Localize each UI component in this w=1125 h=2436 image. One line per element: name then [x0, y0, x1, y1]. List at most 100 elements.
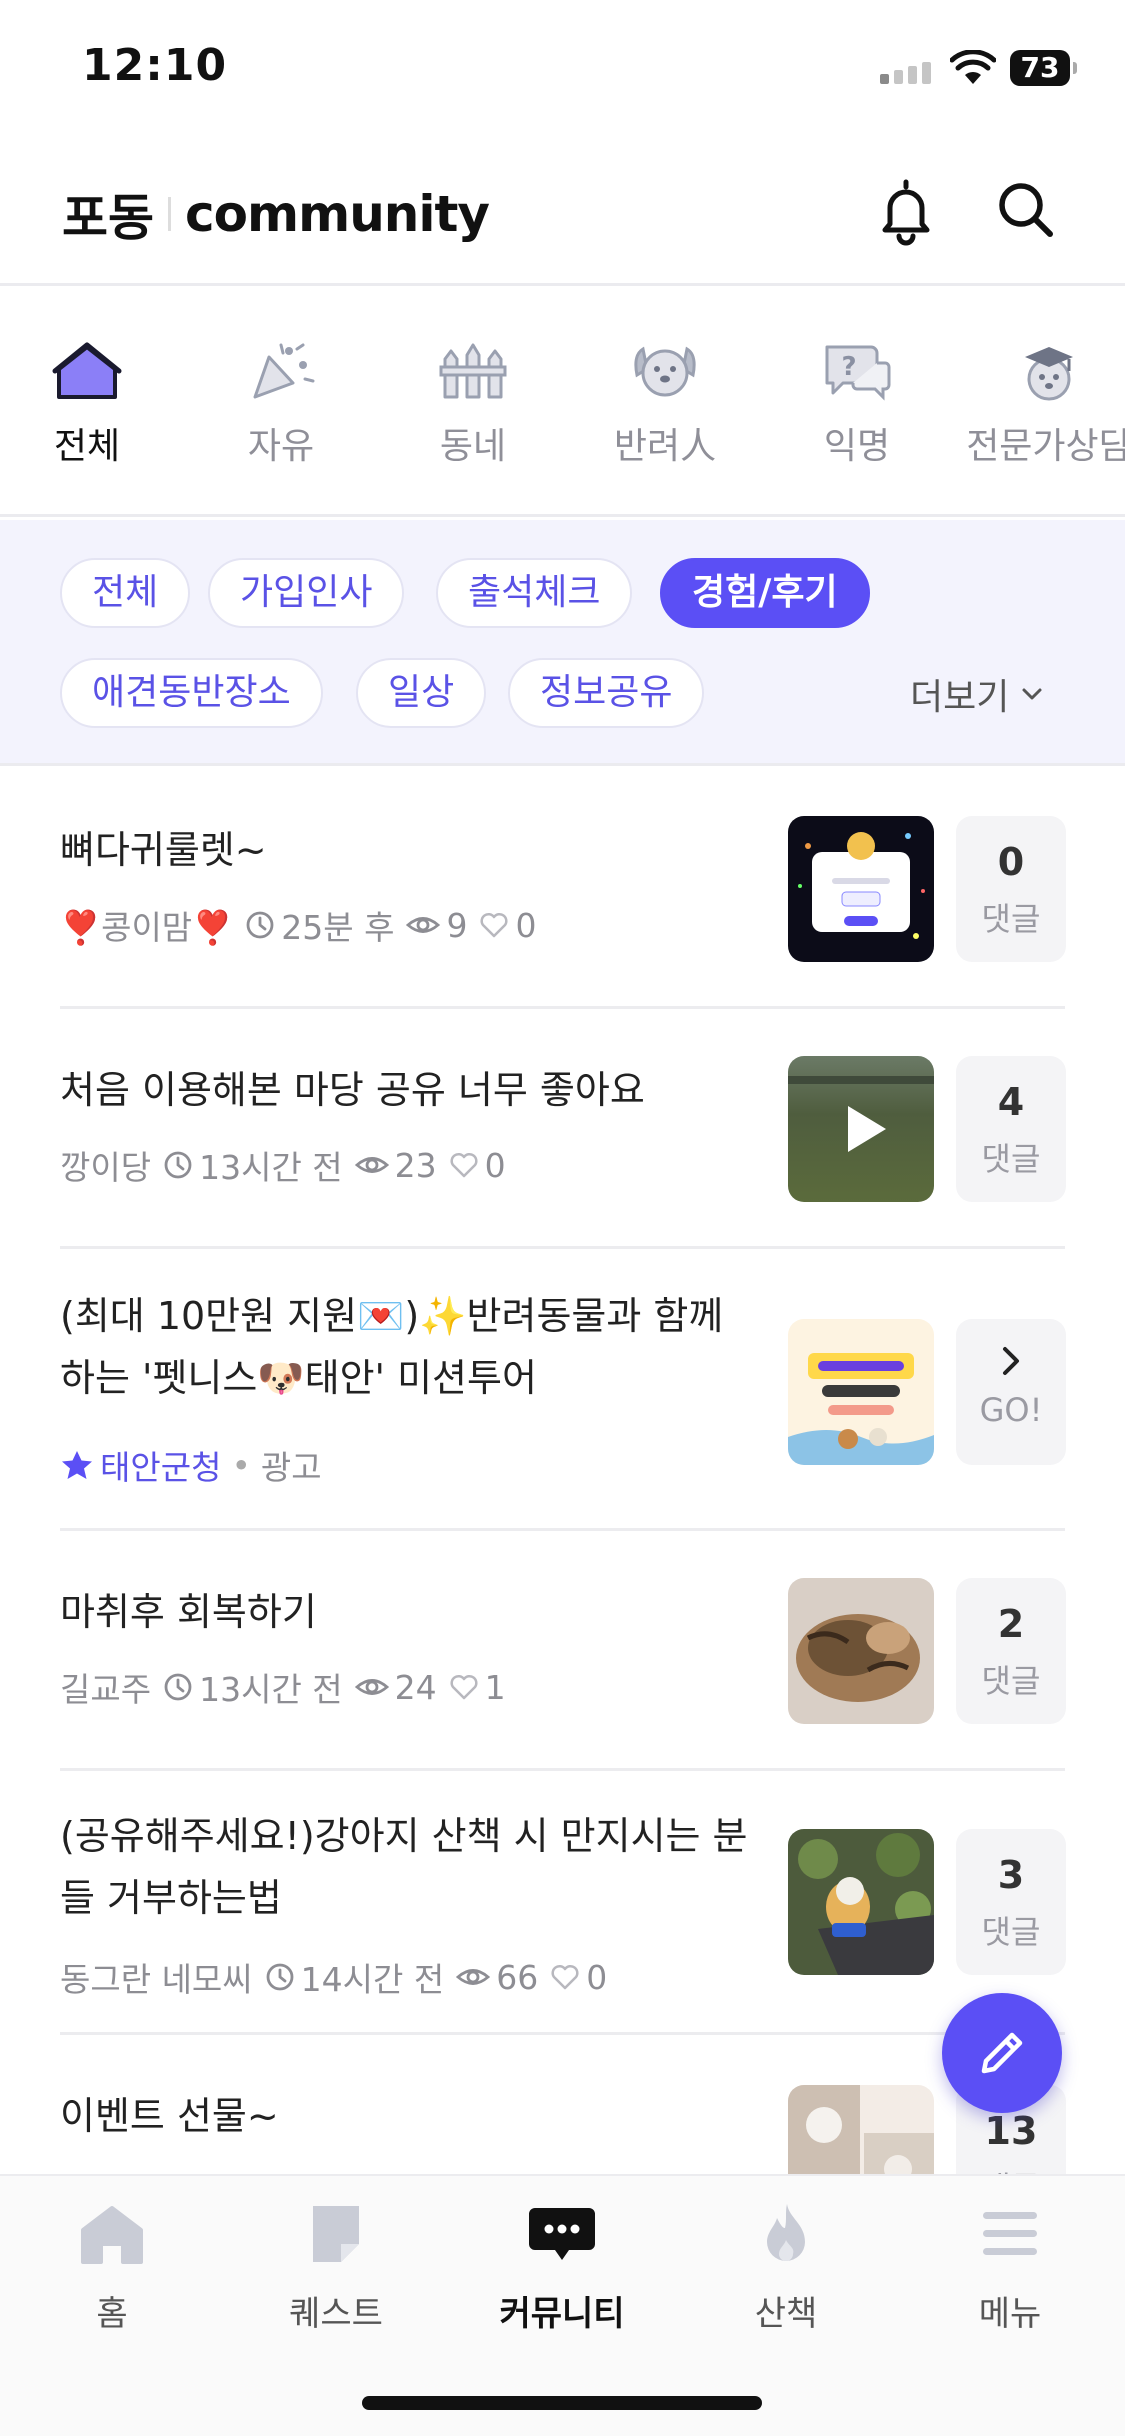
- go-label: GO!: [979, 1391, 1043, 1429]
- post-meta: 깡이당 13시간 전 23 0: [60, 1141, 506, 1189]
- comment-count-box: 2 댓글: [956, 1578, 1066, 1724]
- eye-icon: [406, 917, 441, 933]
- post-item[interactable]: 마취후 회복하기 길교주 13시간 전 24 1 2 댓글: [0, 1531, 1125, 1771]
- tab-menu[interactable]: 메뉴: [910, 2202, 1110, 2335]
- star-icon: [62, 1451, 92, 1479]
- tab-label: 산책: [754, 2294, 818, 2334]
- post-views: 66: [496, 1957, 539, 1997]
- post-thumbnail-gift: [788, 2085, 934, 2174]
- post-item[interactable]: (공유해주세요!)강아지 산책 시 만지시는 분들 거부하는법 동그란 네모씨 …: [0, 1771, 1125, 2035]
- clock-icon: [164, 1151, 192, 1179]
- more-tags-button[interactable]: 더보기: [910, 668, 1047, 720]
- post-item[interactable]: 처음 이용해본 마당 공유 너무 좋아요 깡이당 13시간 전 23 0 4 댓…: [0, 1009, 1125, 1249]
- post-thumbnail-dog: [788, 1829, 934, 1975]
- post-views: 9: [446, 905, 468, 945]
- category-all[interactable]: 전체: [0, 339, 182, 469]
- home-indicator[interactable]: [362, 2396, 762, 2410]
- eye-icon: [354, 1679, 389, 1695]
- dog-face-icon: [634, 346, 696, 397]
- wifi-icon: [950, 50, 996, 84]
- comment-count: 13: [984, 2109, 1038, 2153]
- go-button[interactable]: GO!: [956, 1319, 1066, 1465]
- tab-community[interactable]: 커뮤니티: [462, 2202, 662, 2335]
- post-time: 14시간 전: [300, 1960, 445, 1999]
- chat-bubble-icon: [529, 2208, 595, 2260]
- ad-meta: 태안군청 • 광고: [60, 1441, 322, 1489]
- tag-chip-info[interactable]: 정보공유: [508, 658, 705, 728]
- tag-chip-daily[interactable]: 일상: [356, 658, 487, 728]
- post-title: 마취후 회복하기: [60, 1590, 317, 1634]
- more-label: 더보기: [910, 677, 1010, 718]
- comment-label: 댓글: [981, 1140, 1041, 1178]
- heart-icon: [551, 1964, 579, 1990]
- clock-icon: [266, 1963, 294, 1991]
- comment-count: 0: [997, 840, 1025, 884]
- graduate-dog-icon: [1025, 347, 1073, 401]
- post-title: 처음 이용해본 마당 공유 너무 좋아요: [60, 1068, 645, 1112]
- category-anonymous[interactable]: ? 익명: [762, 339, 952, 469]
- post-list: 뼈다귀룰렛~ ❣️콩이맘❣️ 25분 후 9 0 0 댓글 처음 이용해본 마당…: [0, 769, 1125, 2174]
- fence-icon: [439, 343, 507, 399]
- post-author: 깡이당: [60, 1148, 152, 1187]
- post-meta: 길교주 13시간 전 24 1: [60, 1663, 506, 1711]
- chevron-right-icon: [1003, 1347, 1019, 1375]
- brand-ko: 포동: [62, 189, 154, 247]
- post-item[interactable]: 뼈다귀룰렛~ ❣️콩이맘❣️ 25분 후 9 0 0 댓글: [0, 769, 1125, 1009]
- category-neighborhood[interactable]: 동네: [378, 339, 568, 469]
- post-likes: 0: [586, 1957, 608, 1997]
- hamburger-menu-icon: [983, 2212, 1037, 2255]
- bell-icon[interactable]: [870, 174, 942, 246]
- ad-organization: 태안군청: [100, 1448, 222, 1487]
- play-icon: [848, 1106, 886, 1152]
- party-popper-icon: [253, 343, 315, 399]
- post-thumbnail-video[interactable]: [788, 1056, 934, 1202]
- write-post-button[interactable]: [942, 1993, 1062, 2113]
- post-likes: 0: [515, 905, 537, 945]
- eye-icon: [456, 1969, 491, 1985]
- category-label: 익명: [823, 426, 891, 467]
- comment-label: 댓글: [981, 1913, 1041, 1951]
- category-expert[interactable]: 전문가상담: [954, 339, 1125, 469]
- category-label: 반려人: [613, 426, 717, 467]
- tab-walk[interactable]: 산책: [686, 2202, 886, 2335]
- post-meta: ❣️콩이맘❣️ 25분 후 9 0: [60, 901, 536, 949]
- tab-quest[interactable]: 퀘스트: [236, 2202, 436, 2335]
- chevron-down-icon: [1022, 688, 1042, 700]
- clock-icon: [246, 911, 274, 939]
- tag-chip-greeting[interactable]: 가입인사: [208, 558, 405, 628]
- post-author: ❣️콩이맘❣️: [60, 908, 234, 947]
- eye-icon: [354, 1157, 389, 1173]
- flame-icon: [767, 2204, 805, 2261]
- post-views: 24: [394, 1667, 437, 1707]
- post-time: 25분 후: [281, 908, 395, 947]
- tab-label: 커뮤니티: [499, 2294, 625, 2334]
- brand-logo[interactable]: 포동 community: [62, 178, 490, 250]
- comment-count: 4: [997, 1080, 1025, 1124]
- comment-count-box: 4 댓글: [956, 1056, 1066, 1202]
- comment-label: 댓글: [981, 1662, 1041, 1700]
- post-views: 23: [394, 1145, 437, 1185]
- post-likes: 1: [484, 1667, 506, 1707]
- status-bar: 12:10 73: [0, 0, 1125, 140]
- dot-separator: •: [231, 1445, 251, 1485]
- status-time: 12:10: [82, 40, 228, 91]
- tag-filter: 전체 가입인사 출석체크 경험/후기 애견동반장소 일상 정보공유 더보기: [0, 520, 1125, 766]
- category-free[interactable]: 자유: [186, 339, 376, 469]
- ad-label: 광고: [260, 1448, 322, 1487]
- post-title: 이벤트 선물~: [60, 2094, 279, 2138]
- ad-post-item[interactable]: (최대 10만원 지원💌)✨반려동물과 함께 하는 '펫니스🐶태안' 미션투어 …: [0, 1249, 1125, 1531]
- ad-title: (최대 10만원 지원💌)✨반려동물과 함께 하는 '펫니스🐶태안' 미션투어: [60, 1294, 724, 1400]
- home-icon: [81, 2206, 143, 2264]
- search-icon[interactable]: [990, 174, 1062, 246]
- category-label: 자유: [247, 426, 315, 467]
- heart-icon: [450, 1674, 478, 1700]
- category-pet-people[interactable]: 반려人: [570, 339, 760, 469]
- tag-chip-review[interactable]: 경험/후기: [660, 558, 870, 628]
- post-meta: 동그란 네모씨 14시간 전 66 0: [60, 1953, 607, 2001]
- tag-chip-all[interactable]: 전체: [60, 558, 191, 628]
- tab-home[interactable]: 홈: [12, 2202, 212, 2335]
- heart-icon: [480, 912, 509, 938]
- post-author: 동그란 네모씨: [60, 1960, 253, 1999]
- tag-chip-pet-places[interactable]: 애견동반장소: [60, 658, 323, 728]
- tag-chip-attendance[interactable]: 출석체크: [436, 558, 633, 628]
